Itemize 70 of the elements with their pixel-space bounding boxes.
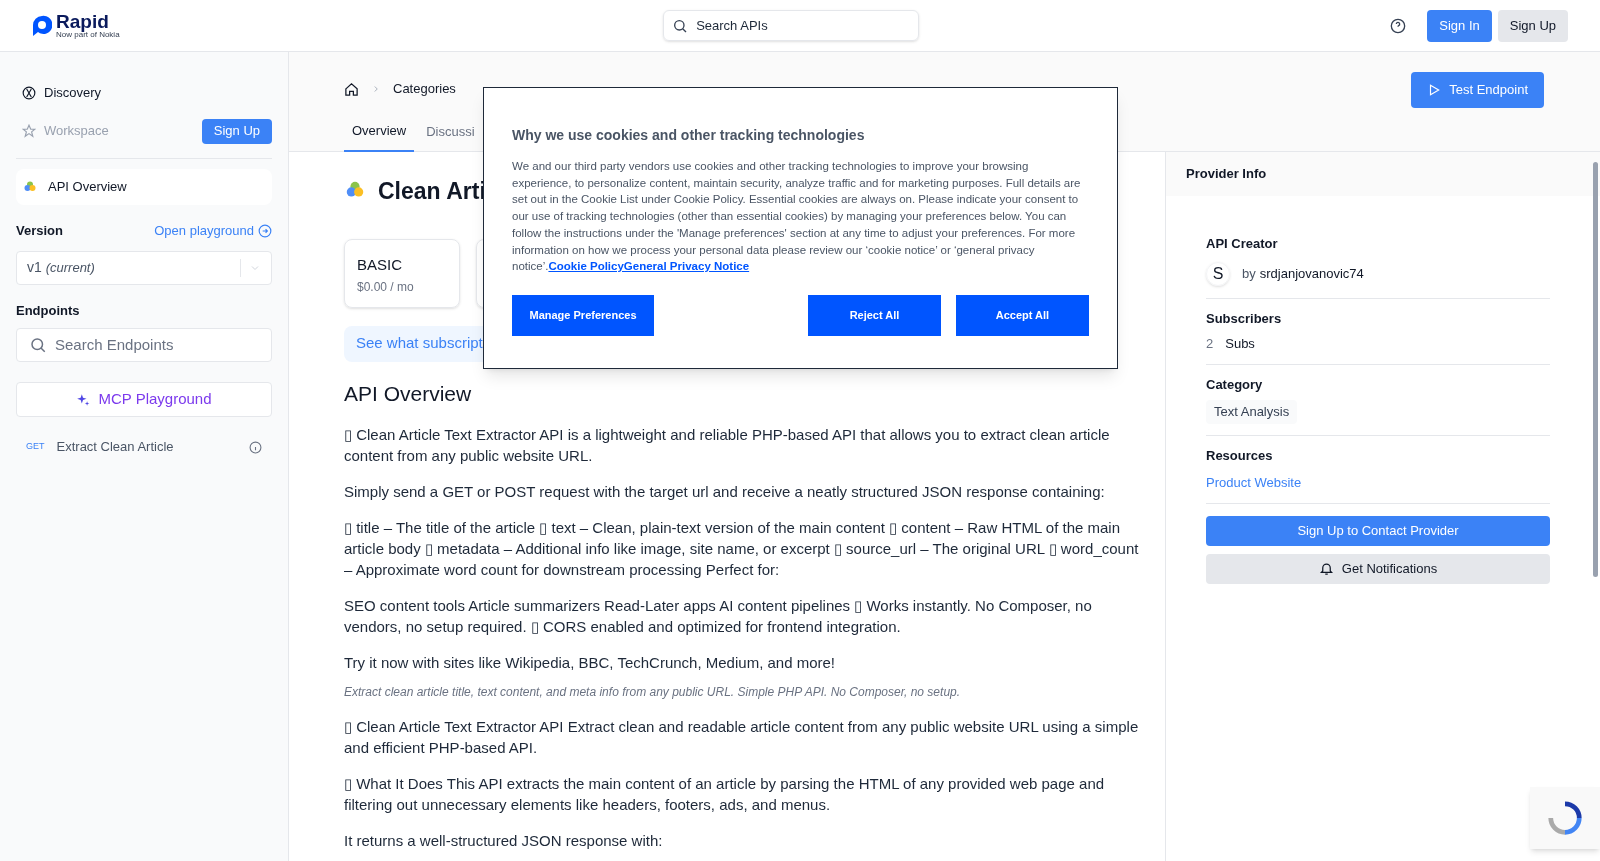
- search-icon: [672, 17, 689, 34]
- mcp-playground-button[interactable]: MCP Playground: [16, 382, 272, 417]
- arrow-circle-icon: [258, 223, 272, 238]
- paragraph: Simply send a GET or POST request with the target url and receive a neatly structured JSON response containing:: [344, 482, 1106, 502]
- endpoints-label: Endpoints: [16, 301, 81, 320]
- paragraph: Try it now with sites like Wikipedia, BBC, TechCrunch, Medium, and more!: [344, 653, 836, 673]
- sign-up-button[interactable]: Sign Up: [1497, 9, 1568, 42]
- open-playground-link[interactable]: Open playground: [154, 221, 272, 241]
- version-label: Version: [16, 222, 63, 240]
- creator-name[interactable]: srdjanjovanovic74: [1259, 263, 1364, 284]
- category-tag[interactable]: Text Analysis: [1206, 400, 1298, 424]
- notifications-button[interactable]: Get Notifications: [1206, 553, 1550, 584]
- field-label: Category: [1206, 375, 1264, 394]
- sparkle-icon: [76, 392, 91, 407]
- play-icon: [1427, 83, 1442, 97]
- help-icon[interactable]: [1390, 17, 1407, 34]
- logo-name: Rapid: [56, 12, 110, 31]
- logo-icon: [32, 14, 52, 37]
- accept-all-button[interactable]: Accept All: [956, 294, 1089, 336]
- sign-in-button[interactable]: Sign In: [1427, 9, 1492, 42]
- nav-item[interactable]: Discovery: [16, 83, 108, 103]
- dialog-title: Why we use cookies and other tracking technologies: [512, 126, 866, 145]
- caption-text: Extract clean article title, text content, and meta info from any public URL. Simple PHP API. No Composer, no setup.: [344, 684, 962, 701]
- field-label: API Creator: [1206, 235, 1279, 253]
- tab[interactable]: Overview: [344, 112, 415, 152]
- rapid-logo[interactable]: Rapid Now part of Nokia: [32, 12, 122, 39]
- breadcrumb-link[interactable]: Categories: [393, 79, 456, 99]
- api-overview-item[interactable]: API Overview: [16, 169, 272, 205]
- reject-all-button[interactable]: Reject All: [808, 294, 941, 336]
- home-icon[interactable]: [344, 81, 359, 97]
- bell-icon: [1318, 561, 1334, 576]
- api-logo-icon: [24, 181, 36, 193]
- dialog-text: We and our third party vendors use cookies and other tracking technologies to improve your browsing experience, to personalize content, maintain security, analyze traffic and for marketing purposes. Full details are set out in the Cookie List under Cookie Policy. Essential cookies are always on. Please indicate your consent to our use of tracking technologies (other than essential cookies) by managing your preferences below. You can follow the instructions under the 'Manage preferences' section at any time to adjust your preferences. For more information on how we process your personal data please review our ‘cookie notice’ or ‘general privacy notice’.Cookie PolicyGeneral Privacy Notice: [512, 159, 1082, 275]
- creator-by: by: [1242, 264, 1256, 283]
- recaptcha-badge[interactable]: [1530, 787, 1600, 849]
- info-icon[interactable]: [249, 440, 262, 454]
- cookie-policy-link[interactable]: Cookie PolicyGeneral Privacy Notice: [548, 260, 750, 273]
- test-endpoint-button[interactable]: Test Endpoint: [1411, 72, 1544, 108]
- section-heading: API Overview: [344, 380, 473, 407]
- star-icon: [22, 124, 36, 138]
- paragraph: ▯ Clean Article Text Extractor API is a lightweight and reliable PHP-based API that allows you to extract clean article content from any public website URL.: [344, 425, 1111, 466]
- endpoint-name: Extract Clean Article: [56, 438, 175, 457]
- search-icon: [29, 336, 47, 354]
- version-select[interactable]: v1 (current): [16, 250, 272, 285]
- subscriber-count: 2: [1206, 335, 1214, 353]
- paragraph: ▯ Clean Article Text Extractor API Extract clean and readable article content from any public website URL using a simple and efficient PHP-based API.: [344, 717, 1140, 758]
- product-website-link[interactable]: Product Website: [1206, 475, 1302, 490]
- plan-name: BASIC: [357, 254, 403, 275]
- paragraph: It returns a well-structured JSON response with:: [344, 831, 664, 851]
- compass-icon: [22, 86, 36, 100]
- tab[interactable]: Discussi: [418, 112, 483, 152]
- sign-up-button[interactable]: Sign Up: [201, 118, 272, 144]
- search-field[interactable]: Search APIs: [663, 10, 920, 41]
- paragraph: SEO content tools Article summarizers Read-Later apps AI content pipelines ▯ Works instantly. No Composer, no vendors, no setup required. ▯ CORS enabled and optimized for frontend integration.: [344, 596, 1093, 637]
- provider-header: Provider Info: [1166, 152, 1600, 196]
- scrollbar[interactable]: [1593, 162, 1598, 577]
- endpoint-search-field[interactable]: Search Endpoints: [16, 328, 272, 362]
- method-label: GET: [26, 440, 45, 454]
- field-label: Subscribers: [1206, 309, 1283, 328]
- recaptcha-icon: [1546, 799, 1584, 837]
- plan-price: $0.00 / mo: [357, 279, 415, 296]
- paragraph: ▯ What It Does This API extracts the main content of an article by parsing the HTML of any provided web page and filtering out unnecessary elements like headers, footers, ads, and menus.: [344, 774, 1106, 815]
- subscriber-unit: Subs: [1225, 335, 1255, 353]
- contact-provider-button[interactable]: Sign Up to Contact Provider: [1206, 515, 1550, 546]
- paragraph: ▯ title – The title of the article ▯ text – Clean, plain-text version of the main content ▯ content – Raw HTML of the main article body ▯ metadata – Additional info like image, site name, or excerpt ▯ source_url – The original URL ▯ word_count – Approximate word count for downstream processing Perfect for:: [344, 518, 1140, 580]
- plan-card[interactable]: BASIC $0.00 / mo: [344, 238, 460, 308]
- manage-preferences-button[interactable]: Manage Preferences: [512, 294, 654, 336]
- logo-tagline: Now part of Nokia: [56, 31, 120, 39]
- field-label: Resources: [1206, 446, 1274, 465]
- endpoint-item[interactable]: GET Extract Clean Article: [16, 433, 272, 461]
